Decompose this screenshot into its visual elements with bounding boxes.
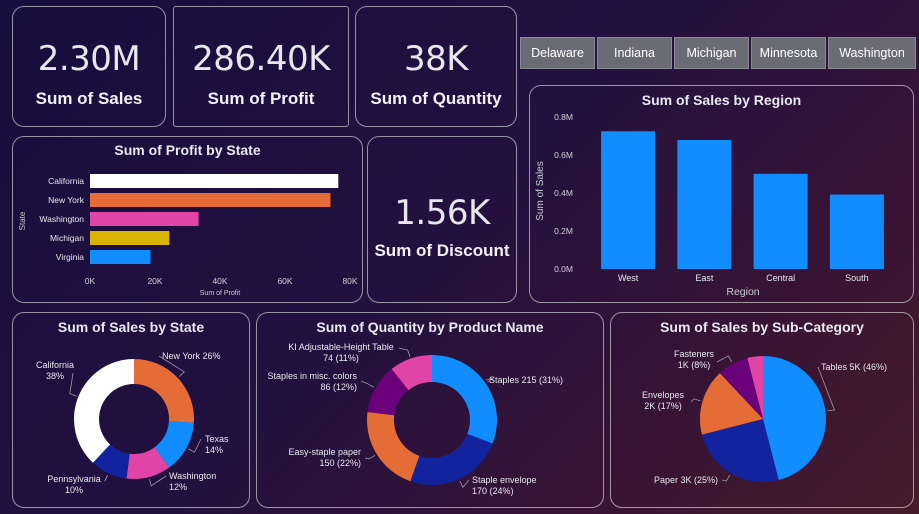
x-tick-label-west: West (618, 273, 639, 283)
data-label-staple-envelope: Staple envelope 170 (24%) (472, 475, 537, 496)
y-axis-title: Sum of Sales (535, 161, 546, 220)
y-tick-label: 0.4M (554, 188, 573, 198)
quantity-by-product-card: Sum of Quantity by Product Name Staples … (256, 312, 604, 508)
leader-line (188, 438, 202, 453)
data-label-staples: Staples 215 (31%) (489, 375, 563, 385)
x-tick-label-east: East (695, 273, 714, 283)
data-label-texas: Texas 14% (205, 434, 229, 455)
y-tick-label: 0.2M (554, 226, 573, 236)
kpi-value: 1.56K (394, 193, 490, 233)
bar-virginia[interactable] (90, 250, 151, 264)
kpi-value: 286.40K (192, 39, 330, 79)
bar-central[interactable] (753, 173, 808, 269)
kpi-card-discount[interactable]: 1.56K Sum of Discount (367, 136, 517, 303)
bar-new-york[interactable] (90, 193, 331, 207)
slicer-item-delaware[interactable]: Delaware (520, 37, 595, 69)
x-axis-title: Region (726, 286, 759, 298)
leader-line (716, 355, 733, 363)
sales-by-region-chart: Sum of Sales Region 0.0M 0.2M 0.4M 0.6M 0.8M… (535, 112, 884, 298)
leader-line (398, 347, 411, 357)
y-tick-label-washington: Washington (39, 214, 84, 224)
y-tick-label: 0.6M (554, 150, 573, 160)
kpi-label: Sum of Quantity (370, 89, 502, 108)
kpi-label: Sum of Sales (35, 89, 143, 108)
x-axis-title: Sum of Profit (200, 290, 241, 297)
x-tick-label-south: South (845, 273, 869, 283)
bar-west[interactable] (601, 131, 656, 269)
leader-line (149, 475, 167, 487)
kpi-label: Sum of Discount (374, 241, 510, 260)
data-label-staples-in-misc-colors: Staples in misc. colors 86 (12%) (267, 371, 357, 392)
y-tick-label: 0.0M (554, 264, 573, 274)
leader-line (69, 372, 77, 397)
slicer-item-washington[interactable]: Washington (828, 37, 916, 69)
data-label-easy-staple-paper: Easy-staple paper 150 (22%) (288, 447, 361, 468)
profit-by-state-card: Sum of Profit by State State Sum of Prof… (12, 136, 363, 303)
data-label-envelopes: Envelopes 2K (17%) (642, 390, 685, 411)
kpi-card-quantity[interactable]: 38K Sum of Quantity (355, 6, 517, 127)
data-label-new-york: New York 26% (162, 351, 221, 361)
data-label-pennsylvania: Pennsylvania 10% (47, 474, 101, 495)
bar-michigan[interactable] (90, 231, 170, 245)
bar-washington[interactable] (90, 212, 199, 226)
slice-new-york[interactable] (134, 359, 195, 423)
x-tick-label: 80K (342, 276, 357, 286)
kpi-label: Sum of Profit (207, 89, 315, 108)
sales-by-region-card: Sum of Sales by Region Sum of Sales Regi… (529, 85, 914, 303)
slice-staples[interactable] (432, 355, 497, 444)
x-tick-label: 20K (147, 276, 162, 286)
data-label-fasteners: Fasteners 1K (8%) (674, 349, 715, 370)
y-tick-label: 0.8M (554, 112, 573, 122)
data-label-ki-adjustable-height-table: KI Adjustable-Height Table 74 (11%) (288, 342, 393, 363)
slice-easy-staple-paper[interactable] (367, 411, 420, 482)
y-tick-label-michigan: Michigan (50, 233, 84, 243)
slicer-item-michigan[interactable]: Michigan (674, 37, 749, 69)
data-label-paper: Paper 3K (25%) (654, 475, 718, 485)
kpi-card-profit[interactable]: 286.40K Sum of Profit (173, 6, 349, 127)
x-tick-label-central: Central (766, 273, 795, 283)
sales-by-subcategory-card: Sum of Sales by Sub-Category Tables 5K (… (610, 312, 914, 508)
kpi-value: 2.30M (37, 39, 141, 79)
leader-line (690, 398, 701, 403)
kpi-value: 38K (403, 39, 469, 79)
x-tick-label: 40K (212, 276, 227, 286)
y-tick-label-california: California (48, 176, 84, 186)
sales-by-state-card: Sum of Sales by State New York 26% Texas 1… (12, 312, 250, 508)
sales-by-state-chart: New York 26% Texas 14% Washington 12% Pennsyl… (36, 351, 229, 495)
slicer-item-minnesota[interactable]: Minnesota (751, 37, 826, 69)
profit-by-state-chart: State Sum of Profit California New York Wa… (18, 174, 358, 297)
x-tick-label: 60K (277, 276, 292, 286)
data-label-tables: Tables 5K (46%) (821, 362, 887, 372)
data-label-washington: Washington 12% (169, 471, 216, 492)
x-tick-label: 0K (85, 276, 96, 286)
data-label-california: California 38% (36, 360, 74, 381)
leader-line (721, 474, 731, 482)
quantity-by-product-chart: Staples 215 (31%) Staple envelope 170 (24%… (267, 342, 563, 496)
y-tick-label-new-york: New York (48, 195, 85, 205)
y-tick-label-virginia: Virginia (56, 252, 84, 262)
leader-line (364, 454, 376, 460)
leader-line (360, 380, 374, 388)
slicer-item-indiana[interactable]: Indiana (597, 37, 672, 69)
y-axis-title: State (18, 211, 27, 230)
leader-line (459, 479, 470, 489)
slice-california[interactable] (74, 359, 134, 463)
kpi-card-sales[interactable]: 2.30M Sum of Sales (12, 6, 166, 127)
sales-by-subcategory-chart: Tables 5K (46%) Paper 3K (25%) Envelopes 2K… (642, 349, 887, 485)
bar-east[interactable] (677, 139, 732, 269)
leader-line (104, 474, 108, 482)
bar-california[interactable] (90, 174, 339, 188)
bar-south[interactable] (829, 194, 884, 269)
